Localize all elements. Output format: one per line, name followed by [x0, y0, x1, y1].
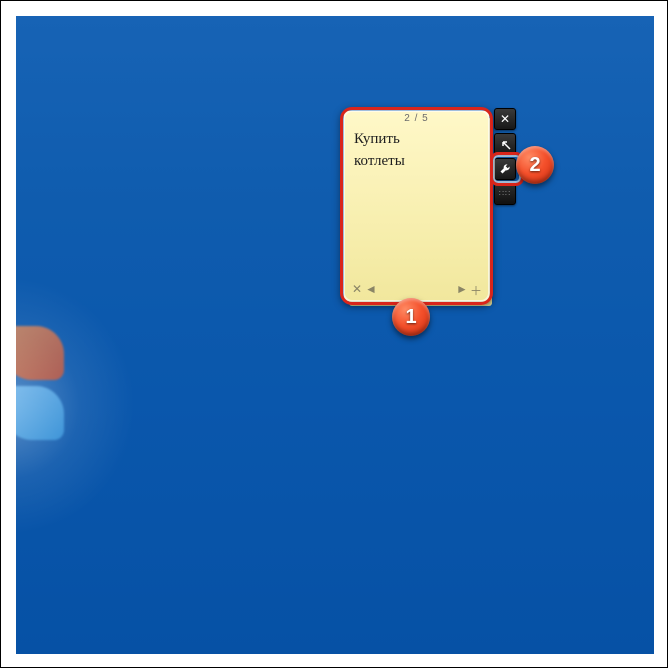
enlarge-icon: [499, 138, 511, 150]
outer-frame: 2 / 5 Купить котлеты ✕ ◄ ► ＋ ✕: [0, 0, 668, 668]
grip-icon: ∷∷: [499, 192, 511, 196]
callout-number: 1: [405, 306, 416, 329]
close-icon: ✕: [500, 112, 510, 126]
desktop-wallpaper: 2 / 5 Купить котлеты ✕ ◄ ► ＋ ✕: [16, 16, 654, 654]
callout-number: 2: [529, 154, 540, 177]
close-gadget-button[interactable]: ✕: [494, 108, 516, 130]
callout-badge-1: 1: [392, 298, 430, 336]
sticky-note-gadget[interactable]: 2 / 5 Купить котлеты ✕ ◄ ► ＋: [344, 111, 489, 301]
drag-gadget-handle[interactable]: ∷∷: [494, 183, 516, 205]
annotation-highlight-1: [340, 107, 493, 305]
gadget-controls: ✕ ∷∷: [494, 108, 516, 208]
callout-badge-2: 2: [516, 146, 554, 184]
